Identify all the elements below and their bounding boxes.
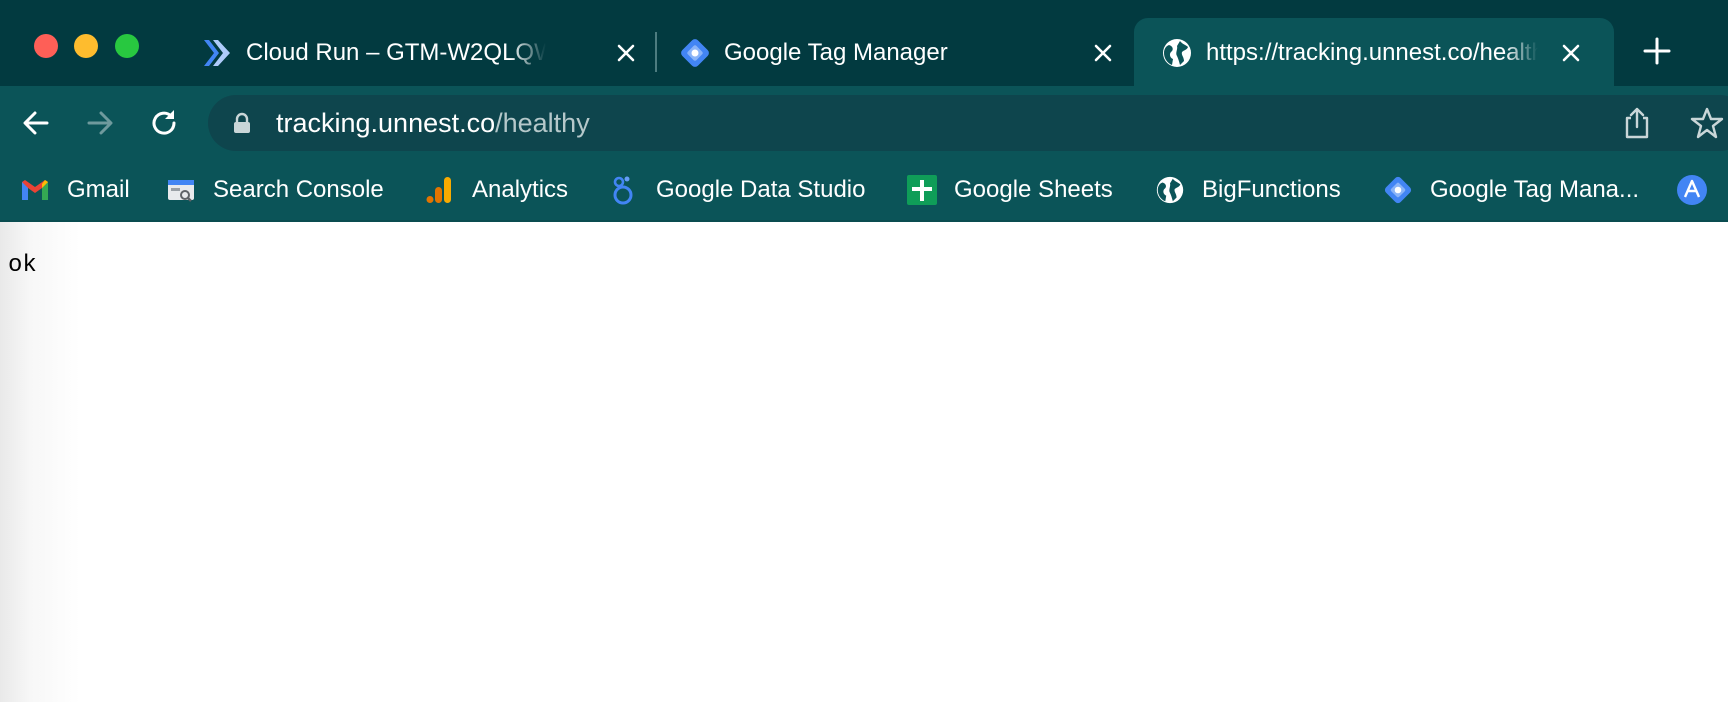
tab-separator — [655, 32, 657, 72]
page-content: ok — [0, 222, 1728, 702]
bookmark-label: BigFunctions — [1202, 176, 1341, 203]
page-body-text: ok — [8, 252, 37, 279]
address-bar[interactable]: tracking.unnest.co/healthy — [208, 95, 1728, 151]
reload-icon[interactable] — [147, 106, 181, 140]
close-window-button[interactable] — [34, 34, 58, 58]
forward-arrow-icon[interactable] — [83, 106, 117, 140]
tag-manager-icon — [678, 36, 712, 70]
bookmarks-bar: Gmail Search Console Analytics Google Da… — [0, 160, 1728, 222]
bookmark-google-tag-manager[interactable]: Google Tag Mana... — [1382, 170, 1639, 210]
bookmark-label: Google Data Studio — [656, 176, 866, 203]
url-path: /healthy — [495, 108, 590, 138]
bookmark-search-console[interactable]: Search Console — [165, 170, 384, 210]
tab-title: https://tracking.unnest.co/healthy — [1206, 39, 1538, 66]
tab-tracking-healthy[interactable]: https://tracking.unnest.co/healthy — [1134, 18, 1614, 86]
bookmark-label: Google Sheets — [954, 176, 1113, 203]
bookmark-label: Gmail — [67, 176, 130, 203]
url-text[interactable]: tracking.unnest.co/healthy — [276, 108, 590, 138]
globe-icon — [1154, 174, 1186, 206]
search-console-icon — [165, 174, 197, 206]
bookmark-translate[interactable] — [1676, 170, 1724, 210]
analytics-icon — [424, 174, 456, 206]
bookmark-google-sheets[interactable]: Google Sheets — [906, 170, 1113, 210]
bookmark-label: Analytics — [472, 176, 569, 203]
bookmark-gmail[interactable]: Gmail — [19, 170, 130, 210]
cloud-run-icon — [200, 36, 234, 70]
close-tab-icon[interactable] — [1556, 38, 1586, 68]
share-icon[interactable] — [1622, 106, 1652, 140]
tab-google-tag-manager[interactable]: Google Tag Manager — [678, 18, 1118, 86]
bookmark-label: Google Tag Mana... — [1430, 176, 1640, 203]
maximize-window-button[interactable] — [115, 34, 139, 58]
gmail-icon — [19, 174, 51, 206]
data-studio-icon — [608, 174, 640, 206]
sheets-icon — [906, 174, 938, 206]
tab-cloud-run[interactable]: Cloud Run – GTM-W2QLQW9 - — [200, 18, 650, 86]
close-tab-icon[interactable] — [1088, 38, 1118, 68]
bookmark-bigfunctions[interactable]: BigFunctions — [1154, 170, 1341, 210]
bookmark-analytics[interactable]: Analytics — [424, 170, 568, 210]
tab-title: Google Tag Manager — [724, 39, 948, 66]
bookmark-label: Search Console — [213, 176, 384, 203]
globe-icon — [1160, 36, 1194, 70]
new-tab-icon[interactable] — [1642, 36, 1672, 66]
tab-strip: Cloud Run – GTM-W2QLQW9 - Google Tag Man… — [0, 0, 1728, 86]
back-arrow-icon[interactable] — [19, 106, 53, 140]
bookmark-google-data-studio[interactable]: Google Data Studio — [608, 170, 865, 210]
translate-icon — [1676, 174, 1708, 206]
url-host: tracking.unnest.co — [276, 108, 496, 138]
lock-icon[interactable] — [232, 112, 252, 134]
minimize-window-button[interactable] — [74, 34, 98, 58]
tab-title: Cloud Run – GTM-W2QLQW9 - — [246, 39, 546, 66]
close-tab-icon[interactable] — [611, 38, 641, 68]
bookmark-star-icon[interactable] — [1690, 106, 1724, 140]
tag-manager-icon — [1382, 174, 1414, 206]
browser-toolbar: tracking.unnest.co/healthy — [0, 86, 1728, 160]
